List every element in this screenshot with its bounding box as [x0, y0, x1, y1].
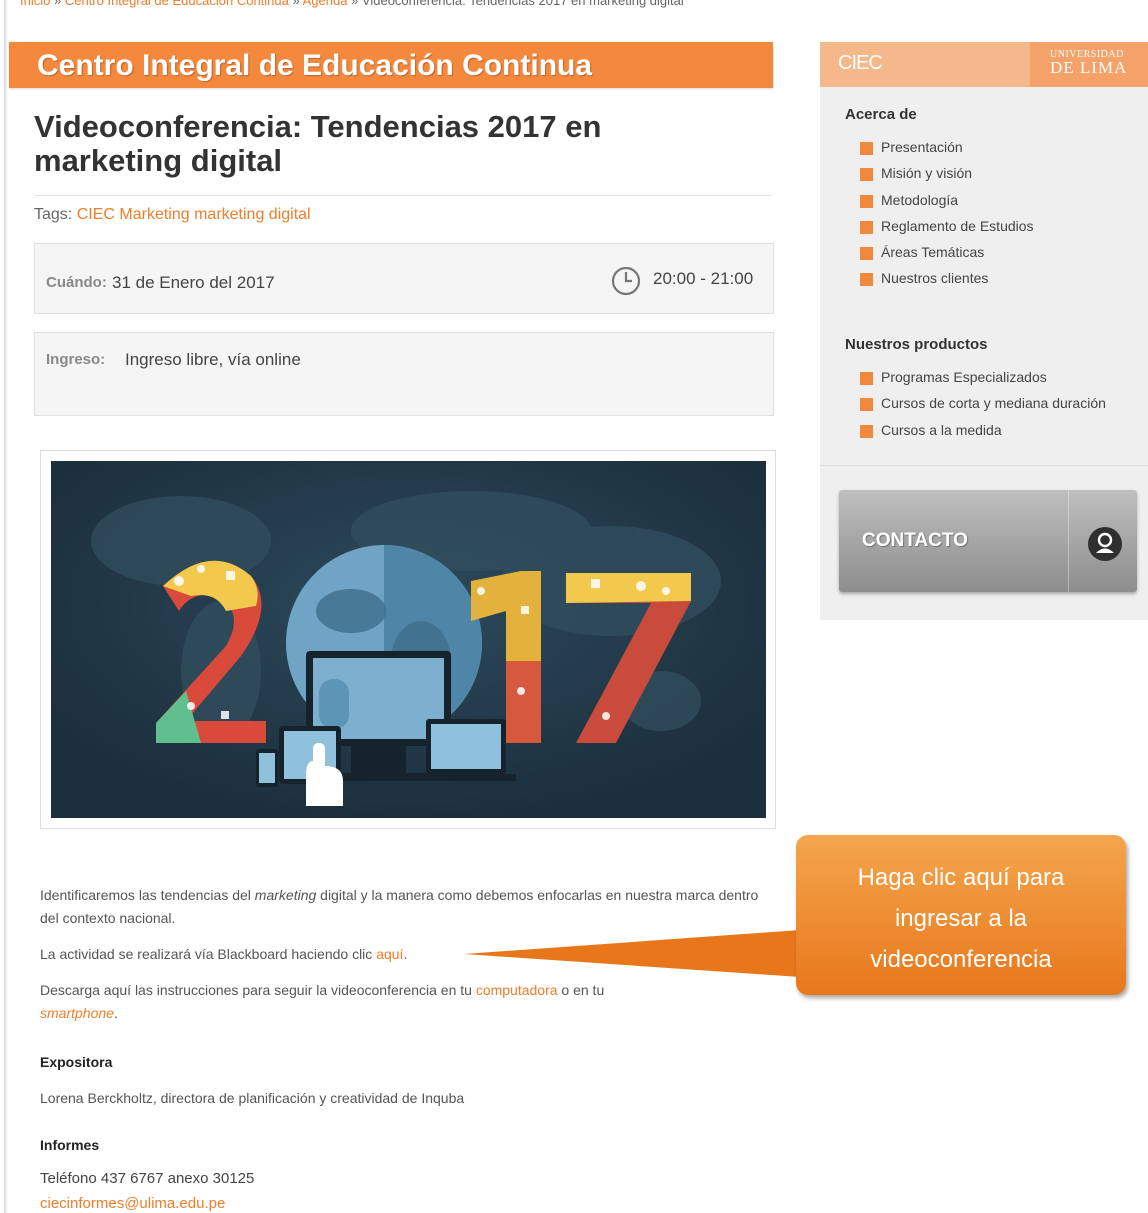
callout-annotation: Haga clic aquí para ingresar a la videoc…: [464, 832, 1134, 1002]
hero-2017-illustration: [51, 461, 766, 818]
breadcrumb-agenda[interactable]: Agenda: [303, 0, 348, 8]
callout-line: ingresar a la: [894, 905, 1028, 932]
event-hero-image: [51, 461, 766, 818]
bullet-square-icon: [860, 168, 873, 182]
sidebar-item-cursos-corta[interactable]: Cursos de corta y mediana duración: [860, 395, 1106, 421]
contact-button-divider: [1068, 490, 1069, 592]
tags-label: Tags:: [34, 206, 73, 223]
desc-text: Identificaremos las tendencias del: [40, 887, 255, 903]
event-when-box: Cuándo: 31 de Enero del 2017 20:00 - 21:…: [34, 243, 774, 314]
bullet-square-icon: [860, 194, 873, 208]
sidebar-section-productos: Nuestros productos: [845, 336, 988, 353]
ciec-logo[interactable]: CIEC: [838, 52, 883, 75]
sidebar-item-reglamento[interactable]: Reglamento de Estudios: [860, 218, 1034, 244]
sidebar-header: CIEC UNIVERSIDAD DE LIMA: [820, 42, 1148, 87]
page-title: Videoconferencia: Tendencias 2017 en mar…: [34, 109, 602, 178]
breadcrumb-sep: »: [50, 0, 65, 8]
sidebar-item-presentacion[interactable]: Presentación: [860, 139, 1034, 165]
breadcrumb-section[interactable]: Centro Integral de Educación Continua: [65, 0, 289, 8]
callout-text: Haga clic aquí para ingresar a la videoc…: [796, 857, 1126, 980]
left-edge-shadow: [4, 0, 7, 1213]
sidebar-item-label: Programas Especializados: [881, 369, 1047, 385]
sidebar-item-areas[interactable]: Áreas Temáticas: [860, 244, 1034, 270]
instructions-text-end: .: [113, 1005, 118, 1021]
sidebar-item-label: Áreas Temáticas: [881, 244, 985, 261]
expositora-heading: Expositora: [40, 1054, 113, 1070]
email-link[interactable]: ciecinformes@ulima.edu.pe: [40, 1195, 225, 1212]
sidebar-item-programas[interactable]: Programas Especializados: [860, 369, 1106, 395]
site-banner: Centro Integral de Educación Continua: [9, 42, 773, 88]
telefono-text: Teléfono 437 6767 anexo 30125: [40, 1170, 255, 1187]
user-icon: [1088, 527, 1122, 561]
contact-button-label: CONTACTO: [862, 530, 968, 551]
site-banner-title: Centro Integral de Educación Continua: [37, 49, 593, 82]
event-image-frame: [40, 450, 776, 829]
callout-line: videoconferencia: [870, 946, 1052, 973]
smartphone-link[interactable]: smartphone: [40, 1005, 114, 1021]
sidebar-item-mision[interactable]: Misión y visión: [860, 165, 1034, 191]
sidebar-item-clientes[interactable]: Nuestros clientes: [860, 270, 1034, 296]
event-ingreso-box: Ingreso: Ingreso libre, vía online: [34, 332, 774, 416]
clock-icon: [611, 266, 641, 296]
tag-link[interactable]: Marketing: [119, 206, 189, 223]
when-label: Cuándo:: [46, 274, 107, 291]
sidebar: CIEC UNIVERSIDAD DE LIMA Acerca de Prese…: [820, 42, 1148, 620]
blackboard-text: La actividad se realizará vía Blackboard…: [40, 946, 377, 962]
breadcrumb-sep: »: [288, 0, 303, 8]
bullet-square-icon: [860, 398, 873, 412]
sidebar-item-label: Presentación: [881, 139, 963, 155]
breadcrumb-home[interactable]: Inicio: [20, 0, 50, 8]
sidebar-list-acerca: Presentación Misión y visión Metodología…: [860, 139, 1034, 297]
callout-box: Haga clic aquí para ingresar a la videoc…: [796, 835, 1126, 995]
sidebar-item-cursos-medida[interactable]: Cursos a la medida: [860, 422, 1106, 448]
sidebar-item-label: Nuestros clientes: [881, 270, 989, 287]
informes-heading: Informes: [40, 1137, 100, 1153]
tag-link[interactable]: CIEC: [77, 206, 115, 223]
sidebar-item-label: Cursos a la medida: [881, 421, 1002, 438]
aqui-link[interactable]: aquí: [376, 946, 403, 962]
sidebar-item-label: Misión y visión: [881, 165, 973, 182]
breadcrumb: Inicio » Centro Integral de Educación Co…: [20, 0, 684, 8]
bullet-square-icon: [860, 273, 873, 287]
ingreso-value: Ingreso libre, vía online: [125, 350, 301, 369]
title-divider: [34, 195, 772, 196]
sidebar-section-acerca: Acerca de: [845, 106, 917, 123]
sidebar-item-label: Cursos de corta y mediana duración: [881, 395, 1106, 412]
bullet-square-icon: [860, 372, 873, 385]
when-value: 31 de Enero del 2017: [112, 273, 275, 292]
bullet-square-icon: [860, 142, 873, 155]
sidebar-item-label: Metodología: [881, 191, 959, 208]
expositora-text: Lorena Berckholtz, directora de planific…: [40, 1090, 465, 1106]
ulima-logo-bottom: DE LIMA: [1050, 58, 1128, 77]
ulima-logo[interactable]: UNIVERSIDAD DE LIMA: [1030, 42, 1148, 87]
callout-line: Haga clic aquí para: [857, 864, 1065, 891]
breadcrumb-current: Videoconferencia: Tendencias 2017 en mar…: [361, 0, 684, 8]
ingreso-label: Ingreso:: [46, 351, 106, 368]
tags: Tags: CIEC Marketing marketing digital: [34, 206, 311, 224]
desc-emphasis: marketing: [254, 887, 317, 903]
tag-link[interactable]: marketing digital: [194, 206, 311, 223]
event-time: 20:00 - 21:00: [653, 269, 754, 288]
bullet-square-icon: [860, 220, 873, 234]
bullet-square-icon: [860, 247, 873, 261]
sidebar-divider: [820, 465, 1148, 466]
instructions-text: Descarga aquí las instrucciones para seg…: [40, 982, 476, 998]
sidebar-list-productos: Programas Especializados Cursos de corta…: [860, 369, 1106, 448]
contact-button[interactable]: CONTACTO: [839, 490, 1137, 592]
blackboard-text-end: .: [403, 946, 408, 962]
sidebar-item-metodologia[interactable]: Metodología: [860, 192, 1034, 218]
breadcrumb-sep: »: [347, 0, 362, 8]
sidebar-item-label: Reglamento de Estudios: [881, 217, 1034, 234]
blackboard-paragraph: La actividad se realizará vía Blackboard…: [40, 943, 407, 966]
bullet-square-icon: [860, 424, 873, 438]
